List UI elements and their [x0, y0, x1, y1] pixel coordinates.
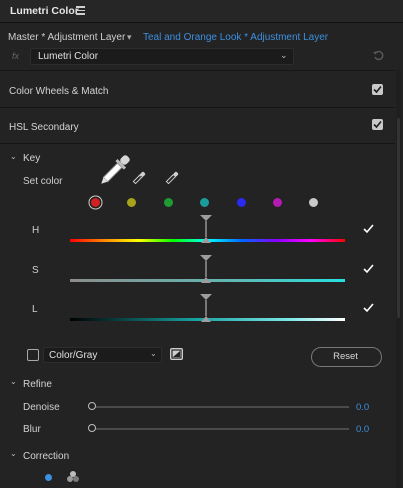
color-swatch[interactable]	[309, 198, 318, 207]
color-swatch[interactable]	[127, 198, 136, 207]
color-swatch[interactable]	[91, 198, 100, 207]
blur-label: Blur	[23, 424, 41, 435]
checkmark-icon	[373, 120, 382, 129]
key-label[interactable]: Key	[23, 153, 40, 164]
saturation-center-handle[interactable]	[199, 254, 213, 284]
single-wheel-mode-icon[interactable]	[45, 474, 52, 481]
correction-collapse-icon[interactable]: ⌄	[10, 449, 17, 458]
color-wheels-checkbox[interactable]	[372, 84, 383, 95]
denoise-slider-knob[interactable]	[88, 402, 96, 410]
luminance-enable-checkbox[interactable]	[363, 303, 374, 313]
luminance-label: L	[32, 304, 38, 315]
hsl-secondary-checkbox[interactable]	[372, 119, 383, 130]
luminance-center-handle[interactable]	[199, 293, 213, 323]
chevron-down-icon: ⌄	[280, 50, 288, 60]
saturation-enable-checkbox[interactable]	[363, 264, 374, 274]
hue-center-handle[interactable]	[199, 214, 213, 244]
mask-mode-value: Color/Gray	[49, 350, 98, 361]
blur-value[interactable]: 0.0	[356, 424, 369, 435]
checkmark-icon	[363, 264, 374, 274]
divider	[0, 107, 395, 108]
refine-label[interactable]: Refine	[23, 379, 52, 390]
denoise-slider-track[interactable]	[91, 406, 349, 408]
correction-label[interactable]: Correction	[23, 451, 69, 462]
denoise-value[interactable]: 0.0	[356, 402, 369, 413]
divider	[0, 70, 395, 71]
scrollbar-thumb[interactable]	[397, 118, 400, 318]
key-collapse-icon[interactable]: ⌄	[10, 152, 17, 161]
eyedropper-add-icon[interactable]: +	[129, 170, 147, 188]
fx-badge: fx	[12, 51, 20, 61]
invert-mask-icon	[171, 349, 182, 359]
chevron-down-icon: ⌄	[150, 349, 157, 358]
svg-text:-: -	[171, 171, 174, 180]
invert-mask-button[interactable]	[170, 348, 183, 360]
eyedropper-icon[interactable]	[95, 153, 133, 189]
set-color-label: Set color	[23, 176, 63, 187]
saturation-label: S	[32, 265, 39, 276]
chevron-down-icon[interactable]: ▾	[127, 32, 132, 43]
effect-dropdown-value: Lumetri Color	[38, 51, 99, 62]
show-mask-checkbox[interactable]	[27, 349, 39, 361]
panel-menu-icon[interactable]	[76, 6, 85, 15]
blur-slider-knob[interactable]	[88, 424, 96, 432]
breadcrumb-master[interactable]: Master * Adjustment Layer	[8, 32, 125, 43]
reset-button-label: Reset	[333, 351, 358, 362]
three-way-wheel-mode-icon[interactable]	[66, 470, 80, 484]
svg-text:+: +	[138, 173, 142, 180]
refine-collapse-icon[interactable]: ⌄	[10, 377, 17, 386]
blur-slider-track[interactable]	[91, 428, 349, 430]
checkmark-icon	[363, 303, 374, 313]
color-swatch[interactable]	[237, 198, 246, 207]
breadcrumb-clip[interactable]: Teal and Orange Look * Adjustment Layer	[143, 32, 328, 43]
hue-label: H	[32, 225, 40, 236]
color-swatch[interactable]	[273, 198, 282, 207]
eyedropper-subtract-icon[interactable]: -	[162, 170, 180, 188]
panel-title[interactable]: Lumetri Color	[10, 5, 79, 17]
checkmark-icon	[363, 224, 374, 234]
color-swatch[interactable]	[164, 198, 173, 207]
section-color-wheels-label[interactable]: Color Wheels & Match	[9, 86, 108, 97]
color-swatch[interactable]	[200, 198, 209, 207]
reset-effect-icon[interactable]	[372, 49, 384, 61]
denoise-label: Denoise	[23, 402, 60, 413]
divider	[0, 143, 395, 144]
checkmark-icon	[373, 85, 382, 94]
hue-enable-checkbox[interactable]	[363, 224, 374, 234]
section-hsl-secondary-label[interactable]: HSL Secondary	[9, 122, 79, 133]
